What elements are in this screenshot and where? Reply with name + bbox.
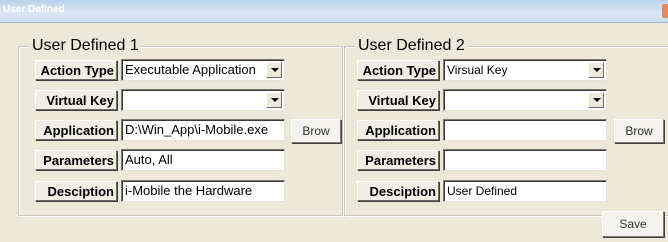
parameters-input[interactable]: Auto, All	[121, 149, 285, 171]
group-legend: User Defined 2	[355, 37, 468, 55]
description-input[interactable]: User Defined	[443, 180, 607, 202]
description-input[interactable]: i-Mobile the Hardware	[121, 180, 285, 202]
application-value: D:\Win_App\i-Mobile.exe	[125, 122, 269, 137]
window-title: User Defined	[3, 4, 65, 15]
action-type-label: Action Type	[357, 60, 439, 80]
virtual-key-label: Virtual Key	[35, 90, 117, 110]
chevron-down-icon[interactable]	[588, 92, 604, 108]
description-value: i-Mobile the Hardware	[125, 183, 253, 198]
action-type-value: Executable Application	[125, 62, 256, 77]
virtual-key-select[interactable]	[121, 89, 285, 111]
application-label: Application	[357, 120, 439, 140]
parameters-label: Parameters	[357, 150, 439, 170]
description-label: Desciption	[357, 181, 439, 201]
action-type-select[interactable]: Virsual Key	[443, 59, 607, 81]
close-icon[interactable]	[662, 4, 668, 18]
description-value: User Defined	[447, 184, 518, 198]
parameters-label: Parameters	[35, 150, 117, 170]
virtual-key-select[interactable]	[443, 89, 607, 111]
save-button[interactable]: Save	[602, 211, 664, 237]
action-type-select[interactable]: Executable Application	[121, 59, 285, 81]
chevron-down-icon[interactable]	[266, 92, 282, 108]
virtual-key-label: Virtual Key	[357, 90, 439, 110]
title-bar[interactable]: User Defined	[0, 0, 668, 23]
application-label: Application	[35, 120, 117, 140]
group-legend: User Defined 1	[29, 37, 142, 55]
browse-button[interactable]: Brow	[614, 119, 664, 143]
parameters-value: Auto, All	[125, 152, 173, 167]
browse-button[interactable]: Brow	[291, 119, 341, 143]
action-type-label: Action Type	[35, 60, 117, 80]
chevron-down-icon[interactable]	[266, 62, 282, 78]
application-input[interactable]: D:\Win_App\i-Mobile.exe	[121, 119, 285, 141]
chevron-down-icon[interactable]	[588, 62, 604, 78]
parameters-input[interactable]	[443, 149, 607, 171]
description-label: Desciption	[35, 181, 117, 201]
action-type-value: Virsual Key	[447, 63, 508, 77]
application-input[interactable]	[443, 119, 607, 141]
